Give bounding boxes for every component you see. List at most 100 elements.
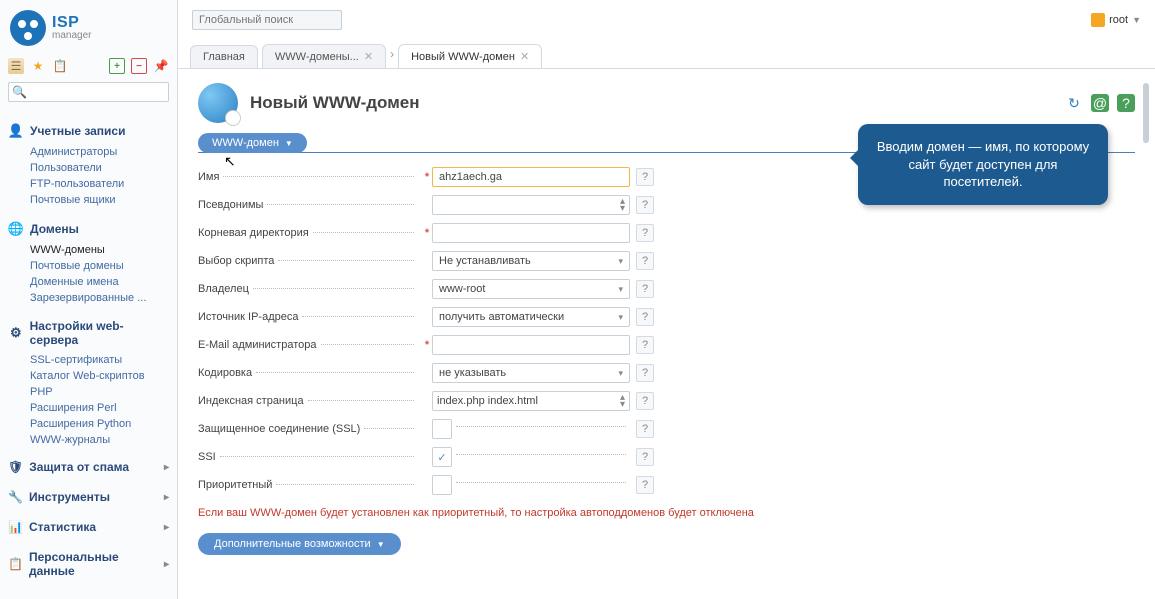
nav-item[interactable]: Доменные имена	[30, 274, 171, 290]
caret-down-icon: ▾	[618, 284, 623, 295]
nav-group-tools[interactable]: 🔧Инструменты▸	[6, 486, 171, 508]
form-row-owner: Владелец * www-root▾ ?	[198, 275, 1135, 303]
nav-item[interactable]: Расширения Perl	[30, 400, 171, 416]
content-area: Новый WWW-домен ↻ @ ? WWW-домен ▼ ↖ Имя …	[178, 68, 1155, 599]
section-toggle[interactable]: WWW-домен ▼	[198, 133, 307, 153]
field-help-icon[interactable]: ?	[636, 448, 654, 466]
field-help-icon[interactable]: ?	[636, 336, 654, 354]
sidebar-search-input[interactable]	[8, 82, 169, 102]
stats-icon: 📊	[8, 520, 23, 534]
field-help-icon[interactable]: ?	[636, 420, 654, 438]
form-row-ssi: SSI * ✓ ?	[198, 443, 1135, 471]
spam-icon: 🛡	[8, 460, 23, 474]
section-toggle-extra[interactable]: Дополнительные возможности ▼	[198, 533, 401, 555]
caret-down-icon: ▼	[377, 540, 385, 549]
refresh-icon[interactable]: ↻	[1065, 94, 1083, 112]
nav-item[interactable]: WWW-журналы	[30, 432, 171, 448]
nav-item[interactable]: SSL-сертификаты	[30, 352, 171, 368]
clipboard-icon[interactable]: 📋	[52, 58, 68, 74]
charset-label: Кодировка	[198, 367, 252, 379]
index-input[interactable]: index.php index.html▴▾	[432, 391, 630, 411]
form-row-index: Индексная страница * index.php index.htm…	[198, 387, 1135, 415]
form-row-docroot: Корневая директория * ?	[198, 219, 1135, 247]
web-icon: ⚙	[8, 325, 24, 341]
chevron-right-icon: ▸	[164, 462, 169, 473]
tools-icon: 🔧	[8, 490, 23, 504]
nav-item[interactable]: Администраторы	[30, 144, 171, 160]
priority-checkbox[interactable]	[432, 475, 452, 495]
user-name: root	[1109, 14, 1128, 26]
nav-item[interactable]: Зарезервированные ...	[30, 290, 171, 306]
required-mark: *	[422, 423, 432, 435]
pin-icon[interactable]: 📌	[153, 58, 169, 74]
nav-item[interactable]: PHP	[30, 384, 171, 400]
tab[interactable]: Новый WWW-домен✕	[398, 44, 542, 68]
chevron-right-icon: ▸	[164, 522, 169, 533]
field-help-icon[interactable]: ?	[636, 252, 654, 270]
close-icon[interactable]: ✕	[364, 50, 373, 63]
script-select[interactable]: Не устанавливать▾	[432, 251, 630, 271]
scrollbar[interactable]	[1143, 83, 1149, 599]
global-search-input[interactable]	[192, 10, 342, 30]
nav-item[interactable]: Пользователи	[30, 160, 171, 176]
spinner-icon[interactable]: ▴▾	[620, 394, 625, 408]
spinner-icon[interactable]: ▴▾	[620, 198, 625, 212]
close-icon[interactable]: ✕	[520, 50, 529, 63]
mail-icon[interactable]: @	[1091, 94, 1109, 112]
nav-group-stats[interactable]: 📊Статистика▸	[6, 516, 171, 538]
ipsrc-select[interactable]: получить автоматически▾	[432, 307, 630, 327]
nav-item[interactable]: Каталог Web-скриптов	[30, 368, 171, 384]
docroot-input[interactable]	[432, 223, 630, 243]
owner-label: Владелец	[198, 283, 249, 295]
aliases-input[interactable]: ▴▾	[432, 195, 630, 215]
nav-item[interactable]: Почтовые домены	[30, 258, 171, 274]
domains-icon: 🌐	[8, 221, 24, 237]
aliases-label: Псевдонимы	[198, 199, 263, 211]
nav-group-spam[interactable]: 🛡Защита от спама▸	[6, 456, 171, 478]
menu-icon[interactable]: ☰	[8, 58, 24, 74]
field-help-icon[interactable]: ?	[636, 224, 654, 242]
ssl-checkbox[interactable]	[432, 419, 452, 439]
priority-warning: Если ваш WWW-домен будет установлен как …	[198, 507, 1135, 519]
favorites-icon[interactable]: ★	[30, 58, 46, 74]
expand-all-icon[interactable]: +	[109, 58, 125, 74]
name-input[interactable]	[432, 167, 630, 187]
required-mark: *	[422, 451, 432, 463]
required-mark: *	[422, 227, 432, 239]
required-mark: *	[422, 479, 432, 491]
email-input[interactable]	[432, 335, 630, 355]
nav-group-personal[interactable]: 📋Персональные данные▸	[6, 546, 171, 582]
collapse-all-icon[interactable]: −	[131, 58, 147, 74]
field-help-icon[interactable]: ?	[636, 392, 654, 410]
user-menu[interactable]: root ▼	[1091, 13, 1141, 27]
field-help-icon[interactable]: ?	[636, 308, 654, 326]
owner-select[interactable]: www-root▾	[432, 279, 630, 299]
tab-bar: ГлавнаяWWW-домены...✕›Новый WWW-домен✕	[178, 40, 1155, 68]
logo[interactable]: ISP manager	[0, 0, 177, 54]
field-help-icon[interactable]: ?	[636, 476, 654, 494]
required-mark: *	[422, 339, 432, 351]
nav-group-accounts[interactable]: 👤Учетные записи	[6, 120, 171, 142]
nav-item[interactable]: FTP-пользователи	[30, 176, 171, 192]
form: Имя * ? Псевдонимы * ▴▾ ? Корневая дирек…	[198, 163, 1135, 499]
charset-select[interactable]: не указывать▾	[432, 363, 630, 383]
nav-item[interactable]: Расширения Python	[30, 416, 171, 432]
search-icon: 🔍	[12, 85, 27, 99]
required-mark: *	[422, 395, 432, 407]
form-row-priority: Приоритетный * ?	[198, 471, 1135, 499]
user-icon	[1091, 13, 1105, 27]
tab[interactable]: WWW-домены...✕	[262, 44, 386, 68]
nav-group-domains[interactable]: 🌐Домены	[6, 218, 171, 240]
ssi-checkbox[interactable]: ✓	[432, 447, 452, 467]
help-icon[interactable]: ?	[1117, 94, 1135, 112]
script-label: Выбор скрипта	[198, 255, 274, 267]
nav-group-web[interactable]: ⚙Настройки web-сервера	[6, 316, 171, 350]
name-label: Имя	[198, 171, 219, 183]
field-help-icon[interactable]: ?	[636, 168, 654, 186]
field-help-icon[interactable]: ?	[636, 196, 654, 214]
field-help-icon[interactable]: ?	[636, 364, 654, 382]
nav-item[interactable]: WWW-домены	[30, 242, 171, 258]
tab[interactable]: Главная	[190, 45, 258, 68]
nav-item[interactable]: Почтовые ящики	[30, 192, 171, 208]
field-help-icon[interactable]: ?	[636, 280, 654, 298]
